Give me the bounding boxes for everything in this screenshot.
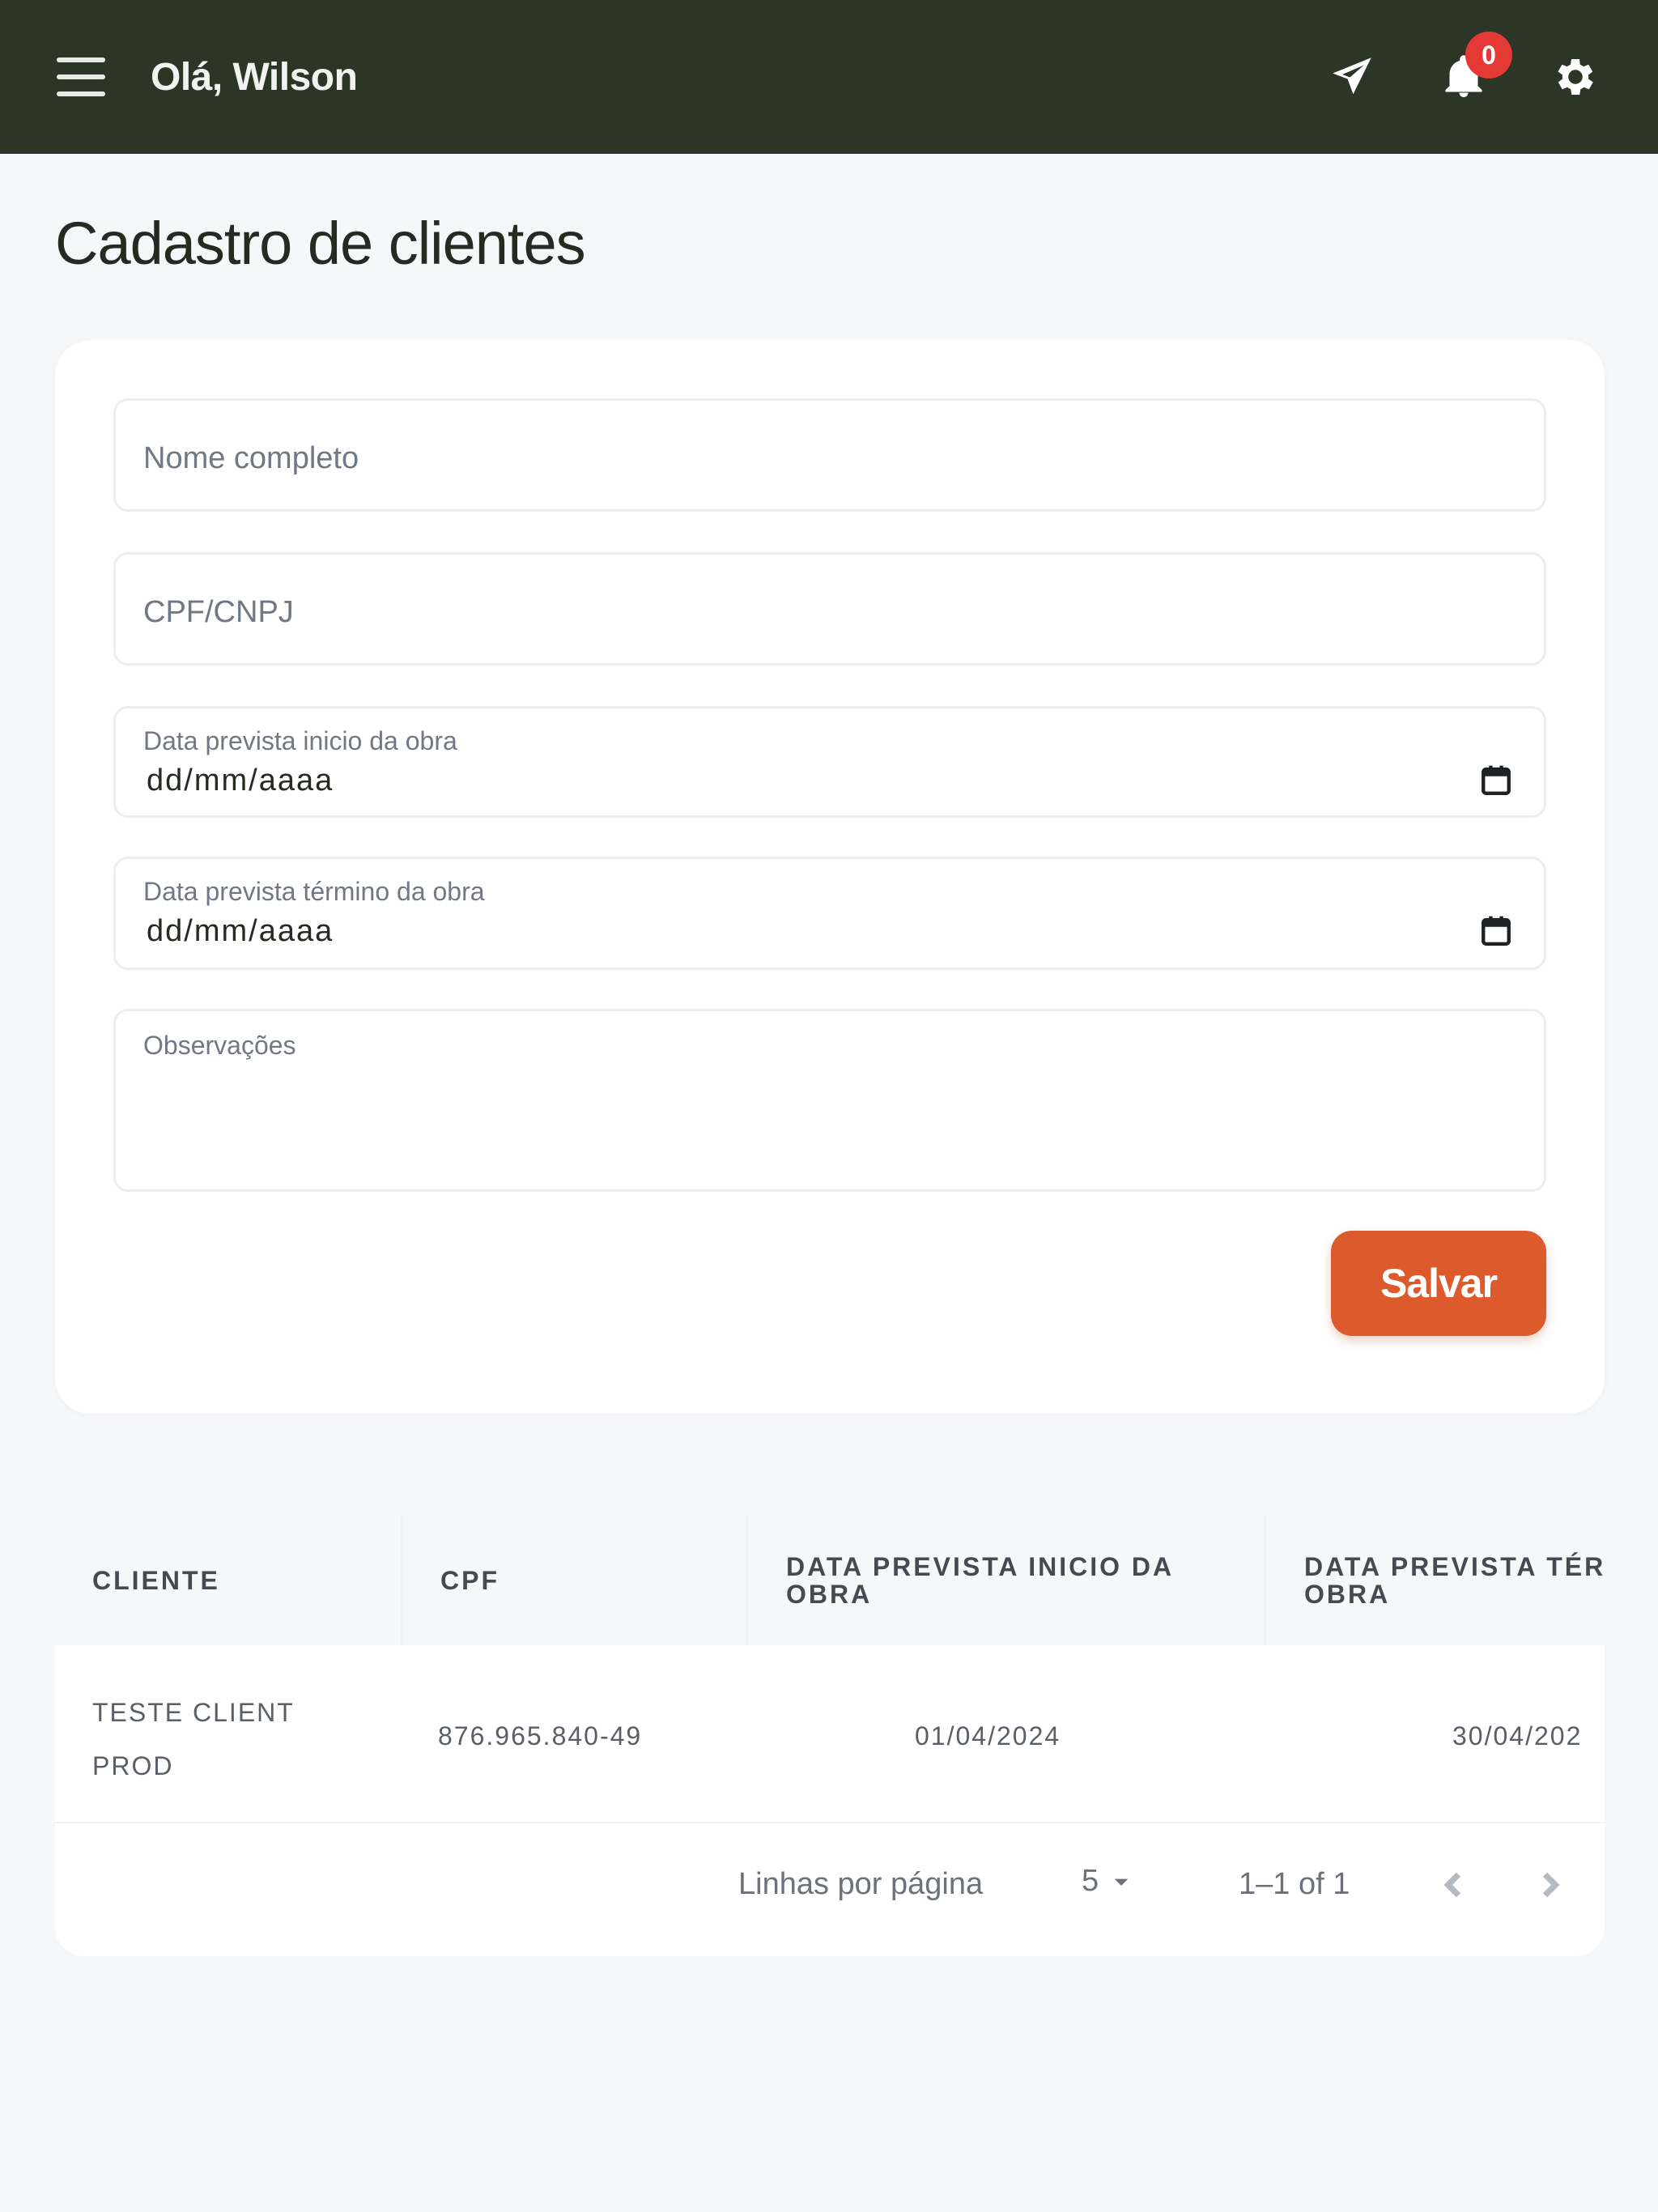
end-date-label: Data prevista término da obra: [143, 877, 485, 906]
table-header: CLIENTE CPF DATA PREVISTA INICIO DA OBRA…: [55, 1516, 1605, 1645]
calendar-icon[interactable]: [1479, 764, 1513, 798]
pagination-range: 1–1 of 1: [1239, 1867, 1350, 1901]
end-date-value: dd/mm/aaaa: [147, 914, 334, 948]
full-name-field[interactable]: Nome completo: [113, 398, 1546, 512]
chevron-left-icon: [1443, 1872, 1461, 1898]
cell-start-date: 01/04/2024: [915, 1721, 1061, 1750]
start-date-label: Data prevista inicio da obra: [143, 726, 457, 755]
column-header-start-date[interactable]: DATA PREVISTA INICIO DA OBRA: [746, 1516, 1265, 1645]
end-date-field[interactable]: Data prevista término da obra dd/mm/aaaa: [113, 857, 1546, 970]
rows-per-page-value: 5: [1082, 1864, 1099, 1898]
table-row[interactable]: TESTE CLIENT PROD 876.965.840-49 01/04/2…: [55, 1645, 1605, 1823]
cell-end-date: 30/04/202: [1452, 1721, 1583, 1750]
table-pagination: Linhas por página 5 1–1 of 1: [55, 1823, 1605, 1956]
notes-textarea[interactable]: Observações: [113, 1009, 1546, 1192]
clients-table: CLIENTE CPF DATA PREVISTA INICIO DA OBRA…: [55, 1516, 1605, 1956]
cpf-cnpj-field[interactable]: CPF/CNPJ: [113, 552, 1546, 666]
notifications-button[interactable]: 0: [1438, 32, 1512, 103]
cell-cliente: TESTE CLIENT PROD: [92, 1698, 295, 1780]
column-header-cliente[interactable]: CLIENTE: [55, 1516, 401, 1645]
column-header-cpf[interactable]: CPF: [401, 1516, 746, 1645]
calendar-icon[interactable]: [1479, 914, 1513, 948]
notification-count-badge: 0: [1465, 32, 1512, 79]
client-form-card: Nome completo CPF/CNPJ Data prevista ini…: [55, 340, 1605, 1414]
column-header-end-date[interactable]: DATA PREVISTA TÉR OBRA: [1265, 1516, 1605, 1645]
rows-per-page-label: Linhas por página: [738, 1867, 984, 1901]
cpf-cnpj-placeholder: CPF/CNPJ: [143, 595, 294, 629]
rows-per-page-select[interactable]: 5: [1082, 1864, 1137, 1899]
menu-icon[interactable]: [57, 57, 105, 96]
page-title: Cadastro de clientes: [55, 210, 586, 277]
top-app-bar: Olá, Wilson 0: [0, 0, 1658, 154]
chevron-right-icon: [1542, 1872, 1560, 1898]
caret-down-icon: [1114, 1878, 1129, 1886]
next-page-button[interactable]: [1525, 1861, 1574, 1909]
notes-label: Observações: [143, 1031, 296, 1060]
save-button[interactable]: Salvar: [1331, 1231, 1546, 1336]
gear-icon[interactable]: [1550, 51, 1601, 103]
send-icon[interactable]: [1326, 51, 1378, 103]
previous-page-button[interactable]: [1430, 1861, 1478, 1909]
full-name-placeholder: Nome completo: [143, 441, 359, 475]
start-date-field[interactable]: Data prevista inicio da obra dd/mm/aaaa: [113, 706, 1546, 818]
start-date-value: dd/mm/aaaa: [147, 764, 334, 798]
topbar-actions: 0: [1266, 32, 1601, 103]
cell-cpf: 876.965.840-49: [438, 1721, 643, 1750]
user-greeting: Olá, Wilson: [151, 55, 358, 99]
